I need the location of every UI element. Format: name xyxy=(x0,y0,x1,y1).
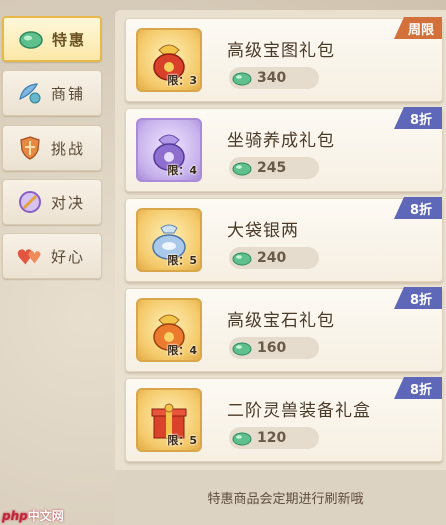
discount-badge: 8折 xyxy=(394,377,442,399)
list-item[interactable]: 限：4 高级宝石礼包 160 8折 xyxy=(125,287,443,372)
refresh-notice: 特惠商品会定期进行刷新哦 xyxy=(207,492,364,507)
category-tabs: 特惠 商铺 挑战 对决 好心 xyxy=(0,0,108,525)
discount-badge: 8折 xyxy=(394,107,442,129)
item-name: 大袋银两 xyxy=(227,221,299,241)
purchase-limit: 限：5 xyxy=(167,254,197,267)
item-thumbnail: 限：5 xyxy=(136,388,202,452)
discount-badge: 8折 xyxy=(394,287,442,309)
item-thumbnail: 限：4 xyxy=(136,298,202,362)
price-value: 245 xyxy=(257,160,287,176)
price-tag: 160 xyxy=(229,337,319,359)
jade-icon xyxy=(18,26,44,52)
discount-badge: 8折 xyxy=(394,197,442,219)
item-name: 二阶灵兽装备礼盒 xyxy=(227,401,371,421)
jade-currency-icon xyxy=(232,72,252,86)
tab-label: 挑战 xyxy=(51,139,86,158)
tab-label: 特惠 xyxy=(52,30,87,49)
tab-challenge[interactable]: 挑战 xyxy=(2,125,102,171)
site-watermark: php中文网 xyxy=(2,507,64,524)
list-item[interactable]: 限：5 大袋银两 240 8折 xyxy=(125,197,443,282)
tab-label: 商铺 xyxy=(51,84,86,103)
jade-currency-icon xyxy=(232,432,252,446)
tab-special-offer[interactable]: 特惠 xyxy=(2,16,102,62)
refresh-notice-bar: 特惠商品会定期进行刷新哦 xyxy=(115,470,446,525)
price-tag: 245 xyxy=(229,157,319,179)
price-value: 160 xyxy=(257,340,287,356)
item-name: 坐骑养成礼包 xyxy=(227,131,335,151)
sword-circle-icon xyxy=(17,189,43,215)
list-item[interactable]: 限：4 坐骑养成礼包 245 8折 xyxy=(125,107,443,192)
item-thumbnail: 限：5 xyxy=(136,208,202,272)
tab-duel[interactable]: 对决 xyxy=(2,179,102,225)
purchase-limit: 限：4 xyxy=(167,164,197,177)
hearts-icon xyxy=(17,243,43,269)
list-item[interactable]: 限：3 高级宝图礼包 340 周限 xyxy=(125,17,443,102)
purchase-limit: 限：4 xyxy=(167,344,197,357)
price-tag: 120 xyxy=(229,427,319,449)
item-name: 高级宝图礼包 xyxy=(227,41,335,61)
watermark-site: 中文网 xyxy=(27,509,64,523)
shield-icon xyxy=(17,135,43,161)
tab-label: 好心 xyxy=(51,247,86,266)
item-thumbnail: 限：3 xyxy=(136,28,202,92)
game-shop-window: 特惠 商铺 挑战 对决 好心 限：3 高级宝图礼包 340 周限 限：4 坐骑养… xyxy=(0,0,446,525)
jade-currency-icon xyxy=(232,342,252,356)
item-name: 高级宝石礼包 xyxy=(227,311,335,331)
jade-currency-icon xyxy=(232,162,252,176)
fan-icon xyxy=(17,80,43,106)
jade-currency-icon xyxy=(232,252,252,266)
price-tag: 340 xyxy=(229,67,319,89)
price-value: 340 xyxy=(257,70,287,86)
price-value: 240 xyxy=(257,250,287,266)
tab-kindness[interactable]: 好心 xyxy=(2,233,102,279)
item-thumbnail: 限：4 xyxy=(136,118,202,182)
price-tag: 240 xyxy=(229,247,319,269)
watermark-php: php xyxy=(2,509,28,523)
purchase-limit: 限：3 xyxy=(167,74,197,87)
price-value: 120 xyxy=(257,430,287,446)
purchase-limit: 限：5 xyxy=(167,434,197,447)
list-item[interactable]: 限：5 二阶灵兽装备礼盒 120 8折 xyxy=(125,377,443,462)
weekly-limit-badge: 周限 xyxy=(394,17,442,39)
tab-label: 对决 xyxy=(51,193,86,212)
tab-shop[interactable]: 商铺 xyxy=(2,70,102,116)
